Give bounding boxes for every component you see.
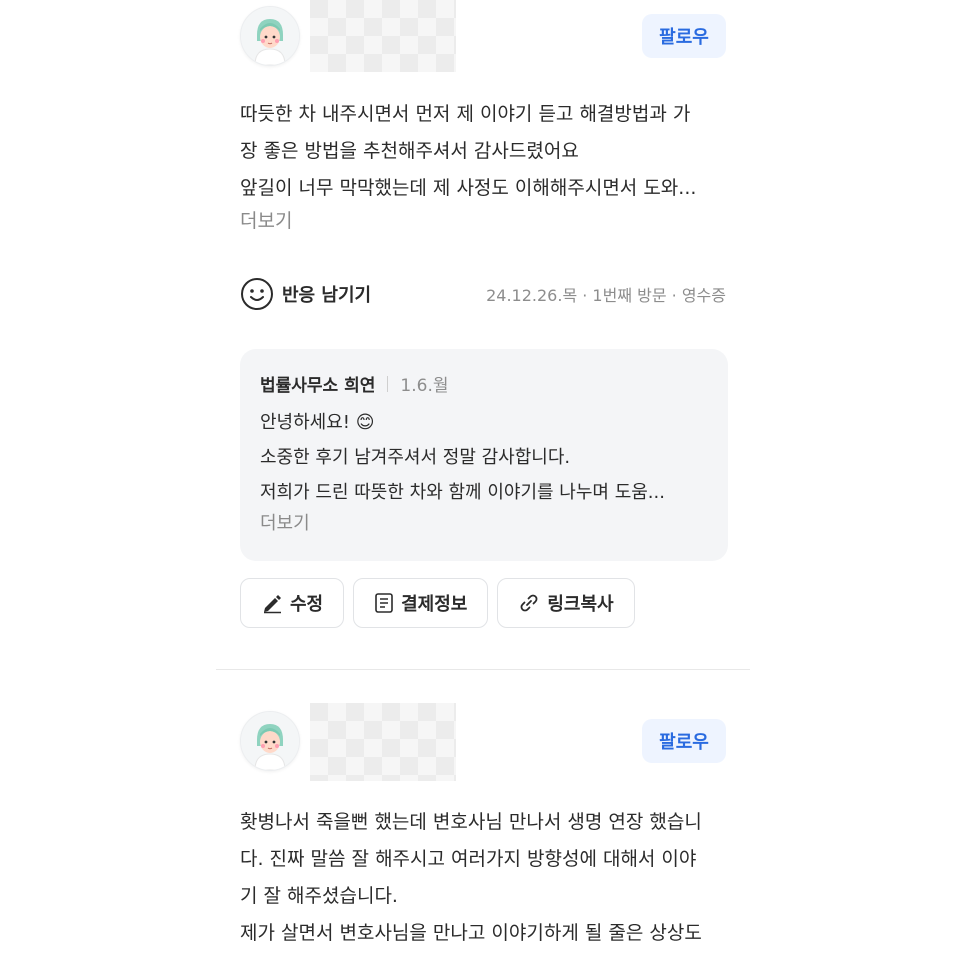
pencil-icon (264, 595, 281, 614)
user-avatar-icon (241, 712, 299, 770)
review-divider (216, 669, 750, 670)
link-icon (520, 594, 538, 612)
reaction-label: 반응 남기기 (282, 285, 372, 306)
follow-button[interactable]: 팔로우 (642, 14, 726, 58)
user-avatar-icon (241, 7, 299, 65)
follow-button[interactable]: 팔로우 (642, 719, 726, 763)
review-actions: 수정 결제정보 링크복사 (240, 578, 635, 628)
review-feed: 팔로우 따듯한 차 내주시면서 먼저 제 이야기 듣고 해결방법과 가 장 좋은… (216, 0, 750, 966)
reply-read-more-link[interactable]: 더보기 (260, 509, 310, 535)
owner-name: 법률사무소 희연 (260, 376, 376, 396)
leave-reaction-button[interactable]: 반응 남기기 (240, 277, 371, 311)
avatar[interactable] (240, 711, 300, 771)
divider (387, 375, 389, 392)
edit-label: 수정 (290, 594, 324, 614)
blurred-username (310, 703, 456, 781)
read-more-link[interactable]: 더보기 (240, 206, 292, 233)
avatar[interactable] (240, 6, 300, 66)
copy-link-button[interactable]: 링크복사 (497, 578, 635, 628)
payment-info-label: 결제정보 (401, 594, 468, 614)
review-text: 따듯한 차 내주시면서 먼저 제 이야기 듣고 해결방법과 가 장 좋은 방법을… (240, 103, 697, 199)
blurred-username (310, 0, 456, 72)
edit-button[interactable]: 수정 (240, 578, 345, 628)
smiley-icon (241, 278, 273, 310)
owner-reply-text: 안녕하세요! 😊 소중한 후기 남겨주셔서 정말 감사합니다. 저희가 드린 따… (260, 412, 665, 503)
payment-info-button[interactable]: 결제정보 (353, 578, 489, 628)
reply-date: 1.6.월 (400, 376, 449, 396)
visit-meta: 24.12.26.목 · 1번째 방문 · 영수증 (486, 286, 726, 305)
review-text: 홧병나서 죽을뻔 했는데 변호사님 만나서 생명 연장 했습니 다. 진짜 말씀… (240, 811, 702, 944)
receipt-icon (375, 593, 393, 613)
reaction-row: 반응 남기기 24.12.26.목 · 1번째 방문 · 영수증 (240, 276, 726, 312)
owner-reply-header: 법률사무소 희연 1.6.월 (260, 371, 449, 396)
copy-link-label: 링크복사 (547, 594, 614, 614)
owner-reply: 법률사무소 희연 1.6.월 안녕하세요! 😊 소중한 후기 남겨주셔서 정말 … (240, 349, 728, 561)
